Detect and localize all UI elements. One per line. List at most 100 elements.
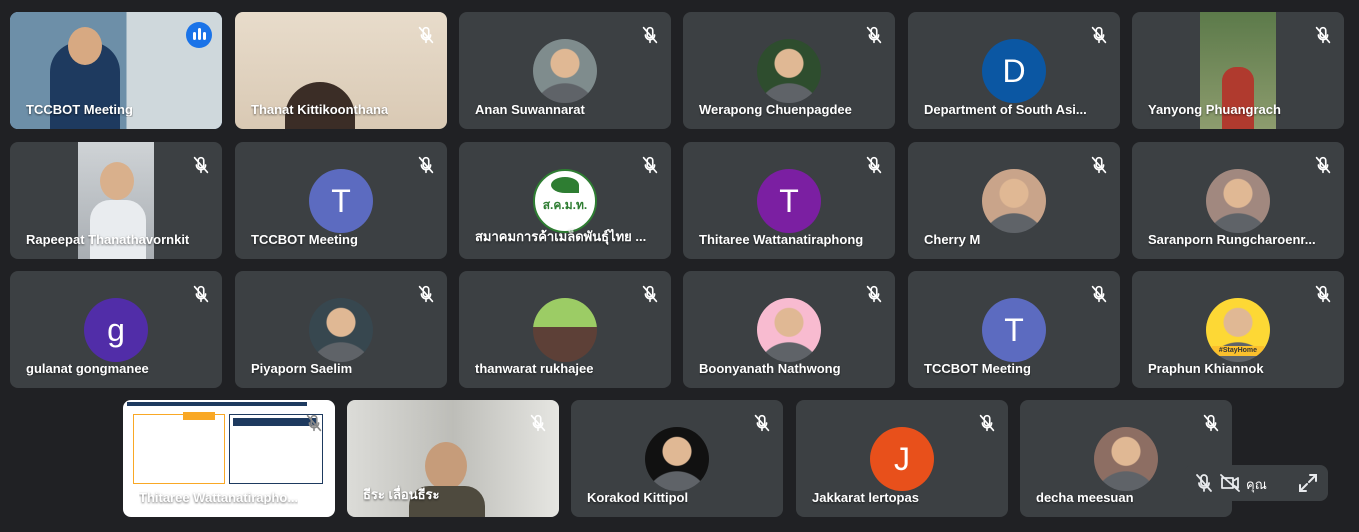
avatar: [1094, 427, 1158, 491]
participant-name: Saranporn Rungcharoenr...: [1148, 232, 1316, 247]
avatar: T: [757, 169, 821, 233]
participant-tile[interactable]: Cherry M: [908, 142, 1120, 259]
slide-header-bar: [127, 402, 307, 406]
avatar: [533, 298, 597, 362]
participant-name: Korakod Kittipol: [587, 490, 689, 505]
mic-off-icon: [642, 285, 658, 303]
mic-off-icon: [866, 26, 882, 44]
participant-name: Boonyanath Nathwong: [699, 361, 841, 376]
participant-name: Thanat Kittikoonthana: [251, 102, 389, 117]
participant-tile[interactable]: ธีระ เลื่อนธีระ: [347, 400, 559, 517]
participant-tile[interactable]: Saranporn Rungcharoenr...: [1132, 142, 1344, 259]
avatar: [757, 298, 821, 362]
avatar: [645, 427, 709, 491]
speaking-indicator-icon: [186, 22, 212, 48]
avatar: [309, 298, 373, 362]
mic-off-icon: [306, 414, 322, 432]
person-face: [425, 442, 467, 490]
self-view-controls: คุณ: [1184, 465, 1328, 501]
mic-off-icon: [1203, 414, 1219, 432]
participant-name: ธีระ เลื่อนธีระ: [363, 487, 440, 502]
participant-name: Anan Suwannarat: [475, 102, 585, 117]
participant-tile[interactable]: J Jakkarat lertopas: [796, 400, 1008, 517]
mic-off-icon: [530, 414, 546, 432]
participant-name: Thitaree Wattanatiraphong: [699, 232, 864, 247]
participant-name: Thitaree Wattanatiraphо...: [139, 490, 299, 505]
participant-tile[interactable]: Boonyanath Nathwong: [683, 271, 895, 388]
self-label: คุณ: [1246, 477, 1267, 492]
participant-name: Praphun Khiannok: [1148, 361, 1264, 376]
leaf-icon: [551, 177, 579, 193]
person-silhouette: [90, 200, 146, 259]
avatar: [982, 169, 1046, 233]
participant-name: Department of South Asi...: [924, 102, 1087, 117]
mic-off-icon: [193, 156, 209, 174]
participant-name: Rapeepat Thanathavornkit: [26, 232, 190, 247]
participant-name: Cherry M: [924, 232, 981, 247]
mic-off-icon: [642, 26, 658, 44]
mic-off-icon: [1315, 156, 1331, 174]
participant-tile[interactable]: Thitaree Wattanatiraphо...: [123, 400, 335, 517]
avatar: T: [309, 169, 373, 233]
participant-tile[interactable]: TCCBOT Meeting: [10, 12, 222, 129]
person-silhouette: [1222, 67, 1254, 129]
avatar: [533, 39, 597, 103]
slide-box: [133, 414, 225, 484]
mic-off-icon: [418, 156, 434, 174]
mic-off-icon[interactable]: [1192, 471, 1216, 495]
participant-name: Piyaporn Saelim: [251, 361, 353, 376]
mic-off-icon: [1315, 285, 1331, 303]
mic-off-icon: [1091, 156, 1107, 174]
participant-tile[interactable]: g gulanat gongmanee: [10, 271, 222, 388]
mic-off-icon: [642, 156, 658, 174]
stayhome-badge: #StayHome: [1212, 346, 1264, 356]
mic-off-icon: [866, 156, 882, 174]
mic-off-icon: [1091, 26, 1107, 44]
mic-off-icon: [193, 285, 209, 303]
mic-off-icon: [418, 26, 434, 44]
participant-name: decha meesuan: [1036, 490, 1134, 505]
participant-name: สมาคมการค้าเมล็ดพันธุ์ไทย ...: [475, 229, 647, 244]
mic-off-icon: [754, 414, 770, 432]
participant-tile[interactable]: Anan Suwannarat: [459, 12, 671, 129]
participant-tile[interactable]: Thanat Kittikoonthana: [235, 12, 447, 129]
participant-name: TCCBOT Meeting: [251, 232, 358, 247]
person-face: [68, 27, 102, 65]
participant-tile[interactable]: Korakod Kittipol: [571, 400, 783, 517]
participant-tile[interactable]: Yanyong Phuangrach: [1132, 12, 1344, 129]
expand-icon[interactable]: [1296, 471, 1320, 495]
avatar: T: [982, 298, 1046, 362]
person-face: [100, 162, 134, 200]
avatar: g: [84, 298, 148, 362]
participant-tile[interactable]: D Department of South Asi...: [908, 12, 1120, 129]
participant-tile[interactable]: T Thitaree Wattanatiraphong: [683, 142, 895, 259]
participant-name: TCCBOT Meeting: [924, 361, 1031, 376]
participant-name: TCCBOT Meeting: [26, 102, 133, 117]
avatar: D: [982, 39, 1046, 103]
participant-name: thanwarat rukhajee: [475, 361, 594, 376]
avatar: J: [870, 427, 934, 491]
participant-tile[interactable]: Werapong Chuenpagdee: [683, 12, 895, 129]
participant-tile[interactable]: T TCCBOT Meeting: [908, 271, 1120, 388]
organization-logo: ส.ค.ม.ท.: [533, 169, 597, 233]
participant-name: Werapong Chuenpagdee: [699, 102, 852, 117]
avatar: [757, 39, 821, 103]
mic-off-icon: [1315, 26, 1331, 44]
mic-off-icon: [1091, 285, 1107, 303]
slide-label: [183, 412, 215, 420]
avatar: [1206, 169, 1270, 233]
participant-name: gulanat gongmanee: [26, 361, 149, 376]
mic-off-icon: [418, 285, 434, 303]
participant-tile[interactable]: Rapeepat Thanathavornkit: [10, 142, 222, 259]
logo-text: ส.ค.ม.ท.: [542, 198, 588, 212]
avatar: #StayHome: [1206, 298, 1270, 362]
participant-name: Yanyong Phuangrach: [1148, 102, 1281, 117]
participant-tile[interactable]: ส.ค.ม.ท. สมาคมการค้าเมล็ดพันธุ์ไทย ...: [459, 142, 671, 259]
participant-tile[interactable]: Piyaporn Saelim: [235, 271, 447, 388]
participant-name: Jakkarat lertopas: [812, 490, 919, 505]
mic-off-icon: [866, 285, 882, 303]
camera-off-icon[interactable]: [1218, 471, 1242, 495]
participant-tile[interactable]: #StayHome Praphun Khiannok: [1132, 271, 1344, 388]
participant-tile[interactable]: thanwarat rukhajee: [459, 271, 671, 388]
participant-tile[interactable]: T TCCBOT Meeting: [235, 142, 447, 259]
